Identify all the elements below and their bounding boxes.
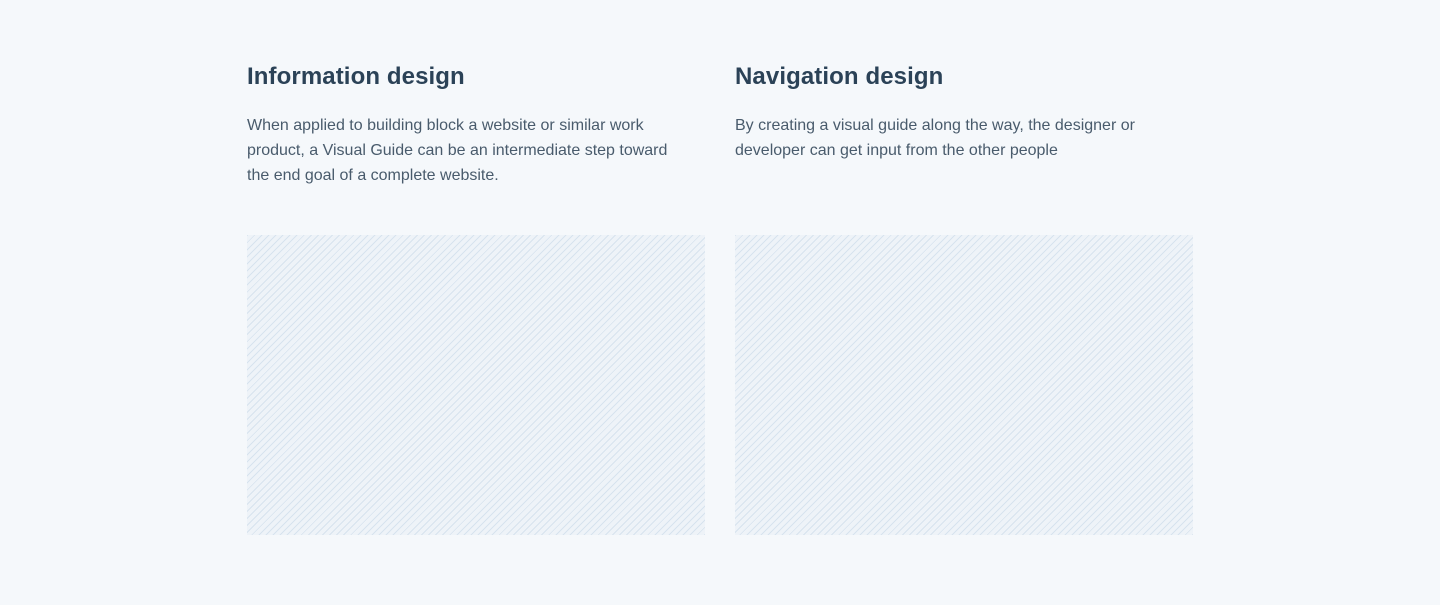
feature-title: Navigation design: [735, 63, 944, 90]
feature-card-information-design: Information design When applied to build…: [247, 60, 705, 188]
image-placeholder: [247, 235, 705, 535]
feature-description: When applied to building block a website…: [247, 117, 668, 184]
feature-card-navigation-design: Navigation design By creating a visual g…: [735, 60, 1193, 163]
feature-title: Information design: [247, 63, 465, 90]
image-placeholder: [735, 235, 1193, 535]
features-section: Information design When applied to build…: [0, 0, 1440, 605]
feature-description: By creating a visual guide along the way…: [735, 117, 1135, 159]
